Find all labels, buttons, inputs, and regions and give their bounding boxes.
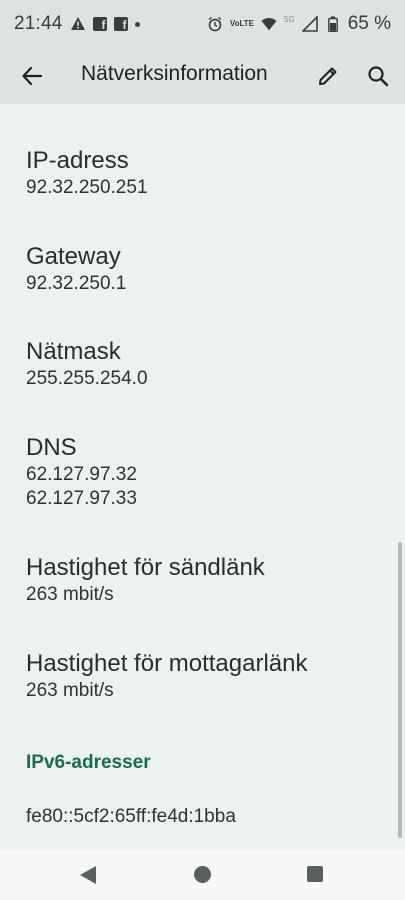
edit-button[interactable] [312, 60, 344, 92]
search-icon [368, 66, 389, 87]
info-value: 62.127.97.33 [26, 488, 137, 509]
search-button[interactable] [362, 60, 394, 92]
signal-icon [301, 16, 318, 32]
info-label: Nätmask [26, 338, 121, 365]
info-item-downlink-speed: Hastighet för mottagarlänk 263 mbit/s [26, 649, 307, 703]
pencil-icon [319, 67, 337, 85]
status-time: 21:44 [14, 13, 63, 34]
info-value: 255.255.254.0 [26, 368, 148, 389]
back-button[interactable] [16, 60, 48, 92]
app-bar: Nätverksinformation [0, 48, 405, 104]
info-label: Hastighet för mottagarlänk [26, 650, 308, 677]
nav-back-button[interactable] [80, 866, 96, 884]
nav-home-button[interactable] [194, 866, 211, 883]
volte-label: VoLTE [229, 19, 255, 28]
wifi-icon [261, 16, 277, 32]
info-item-gateway: Gateway 92.32.250.1 [26, 242, 126, 296]
network-info-list[interactable]: IP-adress 92.32.250.251 Gateway 92.32.25… [0, 104, 405, 850]
arrow-back-icon [22, 66, 43, 86]
ipv6-address: fe80::5cf2:65ff:fe4d:1bba [26, 806, 236, 827]
alarm-icon [207, 16, 223, 32]
alert-icon [70, 16, 86, 32]
status-left: 21:44 f f [14, 13, 140, 35]
info-value: 263 mbit/s [26, 584, 114, 605]
info-value: 62.127.97.32 [26, 464, 137, 485]
facebook-icon: f [113, 17, 128, 31]
battery-percent: 65 % [347, 13, 391, 34]
info-label: Gateway [26, 243, 121, 270]
system-navigation-bar [0, 850, 405, 900]
nav-recents-button[interactable] [307, 866, 323, 882]
status-bar: 21:44 f f VoLTE 5G 65 % [0, 0, 405, 48]
info-value: 92.32.250.251 [26, 177, 148, 198]
page-title: Nätverksinformation [81, 62, 268, 85]
facebook-icon: f [92, 17, 107, 31]
info-item-ip-address: IP-adress 92.32.250.251 [26, 146, 148, 200]
scrollbar[interactable] [398, 542, 402, 838]
more-notifications-icon [134, 21, 140, 27]
info-label: DNS [26, 434, 77, 461]
info-value: 263 mbit/s [26, 680, 114, 701]
info-label: Hastighet för sändlänk [26, 554, 265, 581]
network-type-label: 5G [284, 14, 295, 24]
info-item-netmask: Nätmask 255.255.254.0 [26, 337, 148, 391]
info-value: 92.32.250.1 [26, 273, 127, 294]
status-right: VoLTE 5G 65 % [207, 13, 391, 35]
info-item-uplink-speed: Hastighet för sändlänk 263 mbit/s [26, 553, 265, 607]
volte-icon: VoLTE [230, 20, 254, 28]
battery-icon [325, 16, 341, 32]
section-header-ipv6: IPv6-adresser [26, 752, 151, 773]
info-label: IP-adress [26, 147, 129, 174]
info-item-dns: DNS 62.127.97.32 62.127.97.33 [26, 433, 137, 511]
